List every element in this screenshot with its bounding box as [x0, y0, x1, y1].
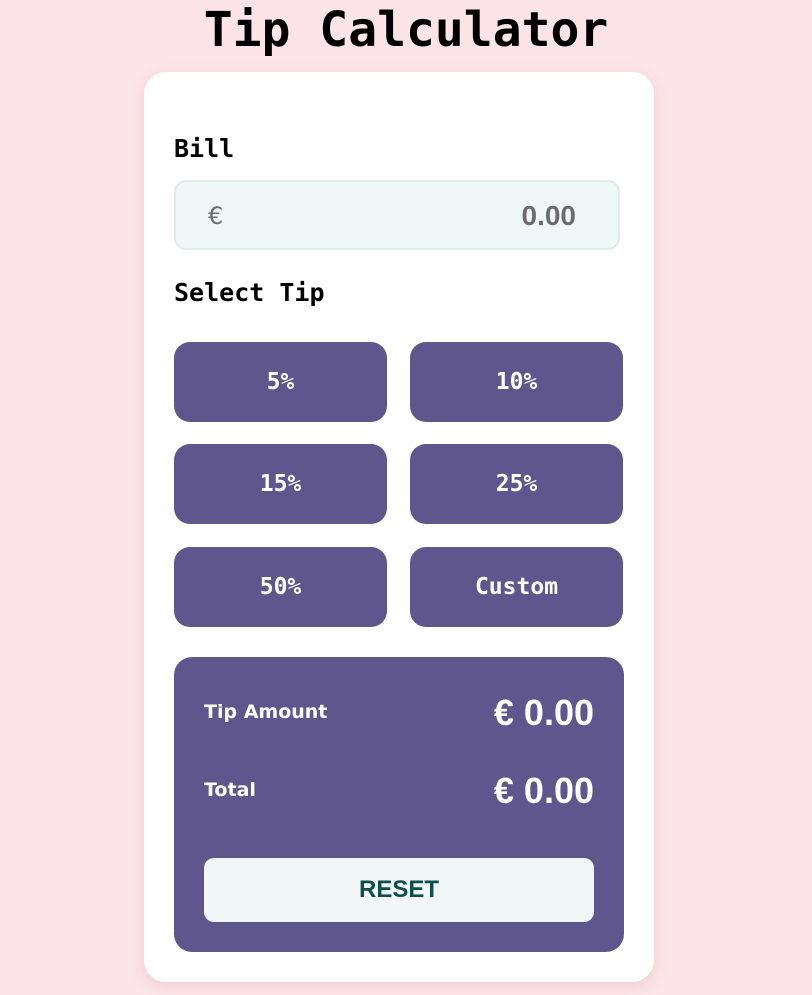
bill-label: Bill: [174, 134, 235, 163]
tip-50-button[interactable]: 50%: [174, 547, 387, 627]
page-title: Tip Calculator: [203, 2, 609, 58]
bill-input[interactable]: [276, 196, 576, 236]
total-value: € 0.00: [493, 770, 594, 811]
reset-button[interactable]: RESET: [204, 858, 594, 922]
tip-amount-label: Tip Amount: [204, 701, 328, 723]
tip-custom-button[interactable]: Custom: [410, 547, 623, 627]
total-label: Total: [204, 779, 256, 801]
calculator-card: Bill € Select Tip 5% 10% 15% 25% 50% Cus…: [144, 72, 654, 982]
tip-15-button[interactable]: 15%: [174, 444, 387, 524]
result-panel: Tip Amount € 0.00 Total € 0.00 RESET: [174, 657, 624, 952]
select-tip-label: Select Tip: [174, 278, 325, 307]
tip-10-button[interactable]: 10%: [410, 342, 623, 422]
tip-5-button[interactable]: 5%: [174, 342, 387, 422]
euro-icon: €: [208, 202, 224, 230]
tip-25-button[interactable]: 25%: [410, 444, 623, 524]
bill-field[interactable]: €: [174, 180, 620, 250]
tip-amount-value: € 0.00: [493, 692, 594, 733]
